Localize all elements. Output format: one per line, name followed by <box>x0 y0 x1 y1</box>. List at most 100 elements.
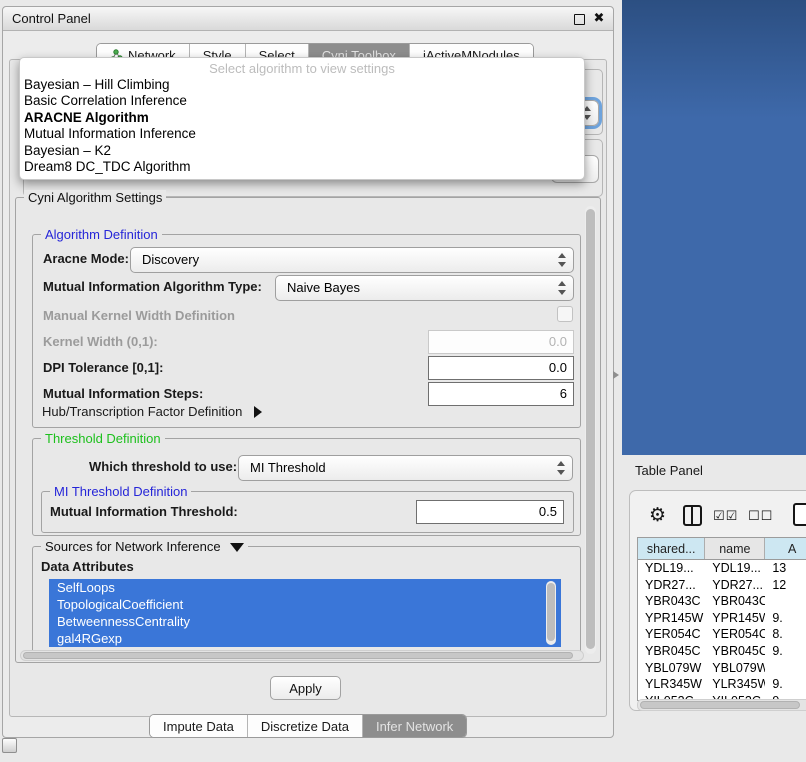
mi-threshold-group: MI Threshold Definition Mutual Informati… <box>41 491 574 533</box>
table-cell: YDR27... <box>638 577 705 594</box>
data-attributes-label: Data Attributes <box>41 559 134 574</box>
gear-icon[interactable]: ⚙ <box>649 504 666 527</box>
table-cell: YBL079W <box>638 660 705 677</box>
table-cell: YBR045C <box>705 643 765 660</box>
attribute-item[interactable]: SelfLoops <box>49 579 561 596</box>
control-panel-window: Control Panel ✖ NetworkStyleSelectCyni T… <box>2 6 614 738</box>
table-body: YDL19...YDL19...13YDR27...YDR27...12YBR0… <box>638 560 806 701</box>
manual-kernel-label: Manual Kernel Width Definition <box>43 308 235 323</box>
import-table-icon[interactable] <box>793 503 806 526</box>
dock-panel-icon[interactable] <box>2 738 17 753</box>
table-cell: YBR043C <box>705 593 765 610</box>
algorithm-option[interactable]: Mutual Information Inference <box>20 126 584 142</box>
table-row[interactable]: YER054CYER054C8. <box>638 626 806 643</box>
mi-type-label: Mutual Information Algorithm Type: <box>43 279 262 294</box>
algorithm-definition-group: Algorithm Definition Aracne Mode: Discov… <box>32 234 581 428</box>
table-row[interactable]: YDR27...YDR27...12 <box>638 577 806 594</box>
table-row[interactable]: YDL19...YDL19...13 <box>638 560 806 577</box>
tab-impute-data[interactable]: Impute Data <box>150 715 248 737</box>
tab-label: Infer Network <box>376 719 453 734</box>
threshold-definition-group: Threshold Definition Which threshold to … <box>32 438 581 536</box>
table-row[interactable]: YBR043CYBR043C <box>638 593 806 610</box>
table-cell: YER054C <box>705 626 765 643</box>
aracne-mode-value: Discovery <box>142 252 199 267</box>
select-all-columns-icon[interactable]: ☑☑ <box>713 508 738 524</box>
mi-steps-field[interactable]: 6 <box>428 382 574 406</box>
table-horizontal-scrollbar[interactable] <box>637 699 806 711</box>
kernel-width-field[interactable]: 0.0 <box>428 330 574 354</box>
algorithm-option[interactable]: Bayesian – K2 <box>20 143 584 159</box>
dpi-tolerance-value: 0.0 <box>549 360 567 375</box>
control-panel-titlebar[interactable]: Control Panel ✖ <box>3 7 613 31</box>
attribute-item[interactable]: BetweennessCentrality <box>49 613 561 630</box>
table-cell: YDL19... <box>638 560 705 577</box>
manual-kernel-checkbox[interactable] <box>557 306 573 322</box>
split-columns-icon[interactable] <box>683 505 702 526</box>
table-row[interactable]: YLR345WYLR345W9. <box>638 676 806 693</box>
float-window-icon[interactable] <box>574 14 585 25</box>
settings-group-title: Cyni Algorithm Settings <box>24 190 166 205</box>
settings-vertical-scrollbar[interactable] <box>585 206 596 654</box>
aracne-mode-label: Aracne Mode: <box>43 251 129 266</box>
tab-discretize-data[interactable]: Discretize Data <box>248 715 363 737</box>
unselect-all-columns-icon[interactable]: ☐☐ <box>748 508 773 524</box>
mi-threshold-field[interactable]: 0.5 <box>416 500 564 524</box>
sources-group: Sources for Network Inference Data Attri… <box>32 546 581 654</box>
column-header[interactable]: A <box>765 538 806 559</box>
table-cell: YBL079W <box>705 660 765 677</box>
table-row[interactable]: YBL079WYBL079W <box>638 660 806 677</box>
table-cell: YPR145W <box>638 610 705 627</box>
table-cell: 9. <box>765 610 806 627</box>
sources-title-text: Sources for Network Inference <box>45 539 221 554</box>
combo-arrows-icon <box>558 281 566 295</box>
which-threshold-combobox[interactable]: MI Threshold <box>238 455 573 481</box>
table-panel-header: Table Panel <box>622 455 806 485</box>
sources-group-title: Sources for Network Inference <box>41 539 248 554</box>
tab-label: Discretize Data <box>261 719 349 734</box>
hub-tf-expander[interactable]: Hub/Transcription Factor Definition <box>42 404 262 419</box>
mi-threshold-label: Mutual Information Threshold: <box>50 504 238 519</box>
node-table[interactable]: shared...nameA YDL19...YDL19...13YDR27..… <box>637 537 806 701</box>
table-cell: 9. <box>765 676 806 693</box>
panel-splitter-arrow-icon[interactable] <box>613 371 619 379</box>
apply-button[interactable]: Apply <box>270 676 341 700</box>
table-cell: 12 <box>765 577 806 594</box>
attributes-list-scrollbar[interactable] <box>546 581 556 645</box>
apply-button-label: Apply <box>289 681 322 696</box>
attribute-item[interactable]: TopologicalCoefficient <box>49 596 561 613</box>
attribute-item[interactable]: gal4RGexp <box>49 630 561 647</box>
close-icon[interactable]: ✖ <box>593 12 605 24</box>
kernel-width-value: 0.0 <box>549 334 567 349</box>
popup-placeholder: Select algorithm to view settings <box>20 61 584 77</box>
table-row[interactable]: YBR045CYBR045C9. <box>638 643 806 660</box>
screenshot-root: Control Panel ✖ NetworkStyleSelectCyni T… <box>0 0 806 762</box>
data-attributes-list[interactable]: SelfLoopsTopologicalCoefficientBetweenne… <box>49 579 561 647</box>
table-cell: YDL19... <box>705 560 765 577</box>
mi-threshold-group-title: MI Threshold Definition <box>50 484 191 499</box>
dpi-tolerance-label: DPI Tolerance [0,1]: <box>43 360 163 375</box>
algorithm-dropdown-popup: Select algorithm to view settings Bayesi… <box>19 57 585 180</box>
table-row[interactable]: YPR145WYPR145W9. <box>638 610 806 627</box>
cyni-algorithm-settings-group: Cyni Algorithm Settings Algorithm Defini… <box>15 197 601 663</box>
column-header[interactable]: shared... <box>638 538 705 559</box>
hub-tf-label: Hub/Transcription Factor Definition <box>42 404 242 419</box>
table-cell: YBR043C <box>638 593 705 610</box>
settings-horizontal-scrollbar[interactable] <box>20 650 584 661</box>
algorithm-option[interactable]: Basic Correlation Inference <box>20 93 584 109</box>
tab-infer-network[interactable]: Infer Network <box>363 715 466 737</box>
table-cell: 13 <box>765 560 806 577</box>
algorithm-option[interactable]: Dream8 DC_TDC Algorithm <box>20 159 584 175</box>
algorithm-option[interactable]: ARACNE Algorithm <box>20 110 584 126</box>
expander-down-arrow-icon[interactable] <box>230 543 244 552</box>
mi-type-combobox[interactable]: Naive Bayes <box>275 275 574 301</box>
table-panel-title: Table Panel <box>635 463 703 478</box>
aracne-mode-combobox[interactable]: Discovery <box>130 247 574 273</box>
column-header[interactable]: name <box>705 538 765 559</box>
algorithm-option[interactable]: Bayesian – Hill Climbing <box>20 77 584 93</box>
mi-threshold-value: 0.5 <box>539 504 557 519</box>
combo-arrows-icon <box>557 461 565 475</box>
table-cell: 9. <box>765 643 806 660</box>
cyni-bottom-tabs: Impute Data Discretize Data Infer Network <box>149 714 467 738</box>
dpi-tolerance-field[interactable]: 0.0 <box>428 356 574 380</box>
kernel-width-label: Kernel Width (0,1): <box>43 334 158 349</box>
